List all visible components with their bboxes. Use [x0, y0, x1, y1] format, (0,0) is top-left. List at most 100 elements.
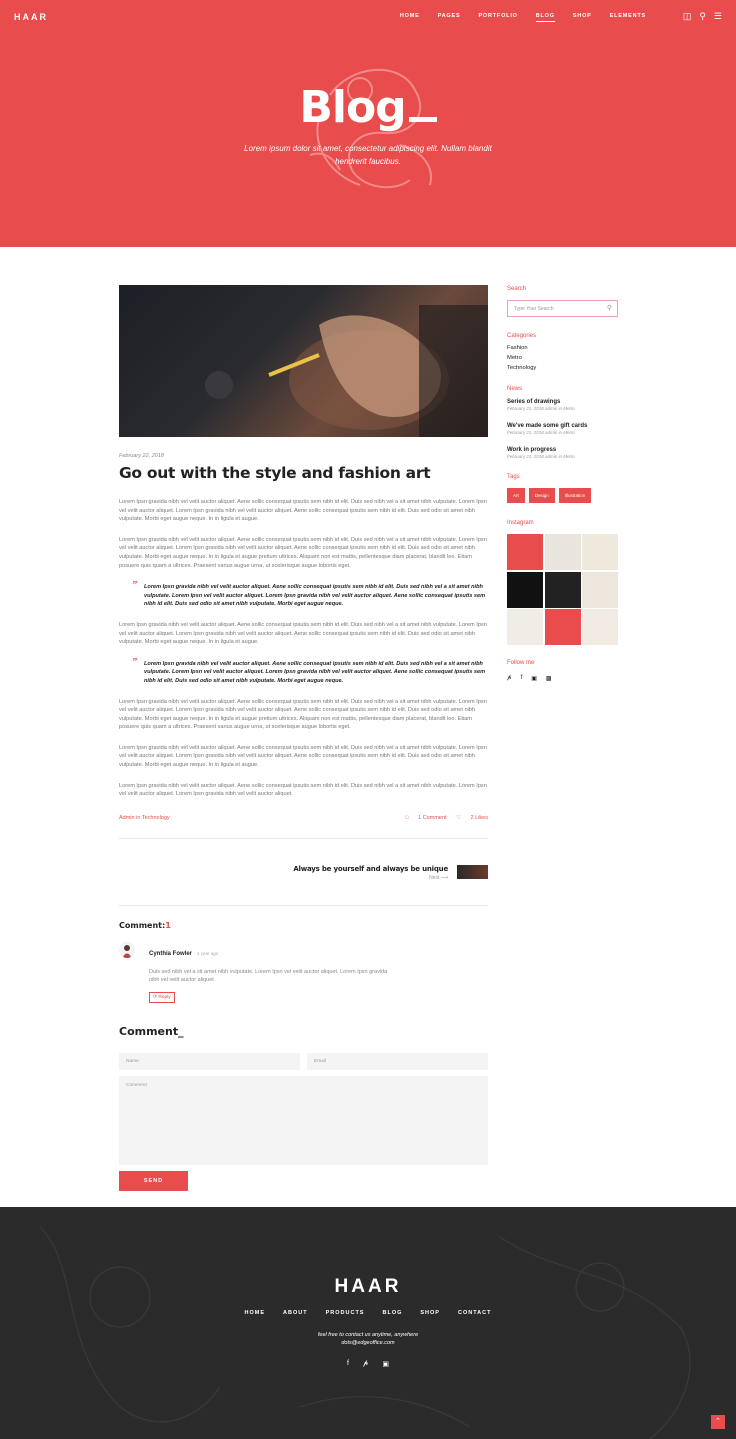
instagram-photo[interactable]	[582, 534, 618, 570]
instagram-photo[interactable]	[507, 609, 543, 645]
send-button[interactable]: SEND	[119, 1170, 188, 1191]
footer-email[interactable]: dots@edgeoffice.com	[0, 1339, 736, 1347]
next-post-thumbnail[interactable]	[457, 864, 488, 879]
comment-text: Duis sed nibh vel a sit amet nibh vulput…	[149, 968, 388, 984]
instagram-photo[interactable]	[507, 571, 543, 608]
cart-icon[interactable]: ◫	[683, 11, 692, 22]
post-paragraph: Lorem Ipsn gravida nibh vel velit auctor…	[119, 621, 487, 646]
search-input[interactable]: Type Your Search ⚲	[507, 300, 618, 317]
post-paragraph: Lorem Ipsn gravida nibh vel velit auctor…	[119, 782, 487, 798]
nav-home[interactable]: HOME	[400, 13, 420, 22]
instagram-grid	[507, 534, 618, 645]
next-post-title[interactable]: Always be yourself and always be unique	[293, 865, 448, 873]
comment-time: 1 year ago	[197, 950, 219, 956]
linkedin-icon[interactable]: ▩	[546, 675, 552, 682]
nav-portfolio[interactable]: PORTFOLIO	[478, 13, 517, 22]
instagram-photo[interactable]	[582, 609, 618, 645]
category-link[interactable]: Technology	[507, 365, 618, 371]
header-icons: ◫ ⚲ ☰	[683, 11, 722, 22]
footer-contact-line: feel free to contact us anytime, anywher…	[317, 1332, 419, 1338]
post-featured-image	[119, 285, 488, 437]
tag-illustration[interactable]: Illustration	[558, 488, 592, 503]
post-title: Go out with the style and fashion art	[119, 464, 431, 482]
footer-nav-home[interactable]: HOME	[245, 1310, 266, 1316]
news-title[interactable]: Series of drawings	[507, 399, 618, 405]
twitter-icon[interactable]: 𝓹	[363, 1360, 368, 1368]
news-meta: February 21, 2018 admin in Metro	[507, 430, 575, 435]
search-heading: Search	[507, 286, 527, 292]
email-field[interactable]: Email	[307, 1052, 488, 1070]
nav-elements[interactable]: ELEMENTS	[610, 13, 646, 22]
comment-textarea[interactable]: Comment	[119, 1075, 488, 1165]
divider	[119, 904, 488, 906]
post-paragraph: Lorem Ipsn gravida nibh vel velit auctor…	[119, 698, 487, 731]
news-meta: February 21, 2018 admin in Metro	[507, 454, 575, 459]
blockquote: Lorem Ipsn gravida nibh vel velit auctor…	[119, 582, 488, 609]
footer-contact: feel free to contact us anytime, anywher…	[0, 1331, 736, 1347]
footer-nav-contact[interactable]: CONTACT	[458, 1310, 491, 1316]
footer-logo[interactable]: HAAR	[0, 1276, 736, 1298]
instagram-photo[interactable]	[544, 534, 581, 570]
post-author-category[interactable]: Admin in Technology	[119, 815, 170, 821]
footer-nav-shop[interactable]: SHOP	[420, 1310, 440, 1316]
instagram-photo[interactable]	[544, 571, 581, 608]
blockquote: Lorem Ipsn gravida nibh vel velit auctor…	[119, 659, 488, 686]
instagram-icon[interactable]: ▣	[382, 1360, 389, 1368]
instagram-photo[interactable]	[582, 571, 618, 608]
facebook-icon[interactable]: f	[521, 675, 523, 682]
footer: HAAR HOME ABOUT PRODUCTS BLOG SHOP CONTA…	[0, 1207, 736, 1439]
post-paragraph: Lorem Ipsn gravida nibh vel velit auctor…	[119, 536, 487, 569]
news-meta: February 21, 2018 admin in Metro	[507, 406, 575, 411]
post-meta: Admin in Technology □ 1 Comment ♡ 2 Like…	[119, 815, 488, 821]
news-title[interactable]: We've made some gift cards	[507, 423, 618, 429]
next-label[interactable]: Next ⟶	[429, 875, 448, 881]
news-heading: News	[507, 386, 523, 392]
page-subtitle: Lorem ipsum dolor sit amet, consectetur …	[244, 144, 492, 166]
hero-banner: HAAR HOME PAGES PORTFOLIO BLOG SHOP ELEM…	[0, 0, 736, 247]
comment-form-heading: Comment_	[119, 1024, 184, 1038]
reply-button[interactable]: ⟳ Reply	[149, 991, 175, 1003]
facebook-icon[interactable]: f	[347, 1360, 349, 1368]
social-links: 𝓹 f ▣ ▩	[507, 675, 618, 682]
back-to-top-button[interactable]: ⌃	[711, 1415, 725, 1429]
footer-nav-about[interactable]: ABOUT	[283, 1310, 308, 1316]
next-post-nav[interactable]: Always be yourself and always be unique …	[119, 839, 488, 905]
footer-social: f 𝓹 ▣	[0, 1360, 736, 1368]
post-date: February 22, 2018	[119, 453, 164, 459]
comment-item: Cynthia Fowler 1 year ago Duis sed nibh v…	[119, 941, 488, 1003]
footer-nav-blog[interactable]: BLOG	[382, 1310, 402, 1316]
post-paragraph: Lorem Ipsn gravida nibh vel velit auctor…	[119, 499, 487, 523]
post-paragraph: Lorem Ipsn gravida nibh vel velit auctor…	[119, 744, 487, 769]
nav-blog[interactable]: BLOG	[535, 13, 555, 22]
footer-nav-products[interactable]: PRODUCTS	[326, 1310, 365, 1316]
footer-background-illustration	[39, 1226, 691, 1439]
blog-post: February 22, 2018 Go out with the style …	[119, 285, 488, 1191]
comment-author: Cynthia Fowler	[149, 950, 193, 957]
page-title: Blog	[0, 82, 736, 133]
tag-design[interactable]: Design	[528, 488, 555, 503]
nav-shop[interactable]: SHOP	[573, 13, 592, 22]
comment-form-fields: Name Email	[119, 1052, 488, 1070]
search-icon[interactable]: ⚲	[607, 304, 612, 312]
tag-art[interactable]: Art	[507, 488, 525, 503]
likes-count[interactable]: ♡ 2 Likes	[456, 815, 488, 821]
instagram-heading: Instagram	[507, 520, 534, 526]
name-field[interactable]: Name	[119, 1052, 300, 1070]
news-title[interactable]: Work in progress	[507, 447, 618, 453]
search-icon[interactable]: ⚲	[699, 11, 706, 22]
avatar	[119, 941, 135, 958]
category-link[interactable]: Metro	[507, 355, 618, 361]
instagram-photo[interactable]	[507, 534, 543, 570]
twitter-icon[interactable]: 𝓹	[507, 675, 512, 682]
instagram-icon[interactable]: ▣	[531, 675, 537, 682]
menu-icon[interactable]: ☰	[714, 11, 722, 22]
instagram-photo[interactable]	[544, 609, 581, 645]
nav-pages[interactable]: PAGES	[438, 13, 461, 22]
main-nav: HOME PAGES PORTFOLIO BLOG SHOP ELEMENTS	[382, 13, 646, 22]
comments-count[interactable]: □ 1 Comment	[405, 815, 446, 821]
footer-nav: HOME ABOUT PRODUCTS BLOG SHOP CONTACT	[0, 1310, 736, 1316]
categories-heading: Categories	[507, 333, 537, 339]
sidebar: Search Type Your Search ⚲ Categories Fas…	[507, 286, 618, 682]
category-link[interactable]: Fashion	[507, 345, 618, 351]
site-logo[interactable]: HAAR	[14, 12, 48, 22]
